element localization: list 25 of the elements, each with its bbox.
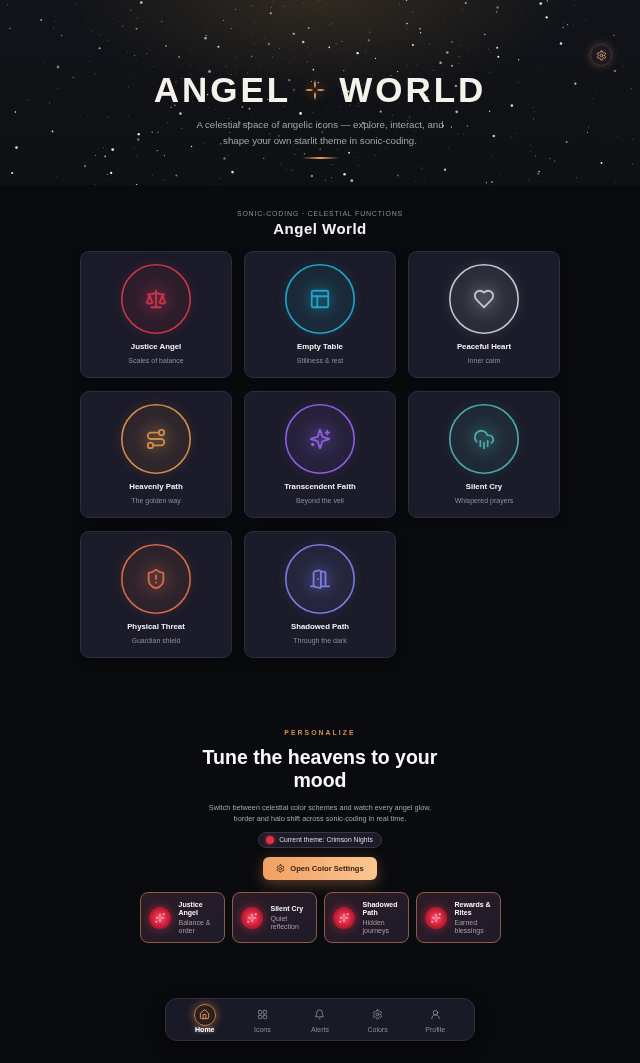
home-icon xyxy=(193,1003,216,1026)
section-heading: Tune the heavens to your mood xyxy=(201,745,439,792)
section-title: Angel World xyxy=(272,220,368,238)
hero-subtitle: A celestial space of angelic icons — explore, interact, and shape your own starlit theme in sonic-coding. xyxy=(195,118,445,148)
sparkle-icon xyxy=(424,906,447,929)
route-icon xyxy=(121,404,191,474)
settings-icon xyxy=(595,49,607,61)
shield-alert-icon xyxy=(121,544,191,614)
cloud-rain-icon xyxy=(449,404,519,474)
settings-icon xyxy=(372,1009,384,1020)
sparkles-icon xyxy=(285,404,355,474)
grid-icon xyxy=(256,1009,268,1020)
settings-button[interactable] xyxy=(590,44,612,66)
sparkle-icon xyxy=(332,906,355,929)
title-word: ANGEL xyxy=(153,72,292,107)
settings-icon xyxy=(276,864,286,873)
title-word: WORLD xyxy=(339,72,487,107)
bell-icon xyxy=(314,1009,326,1020)
sparkle-icon xyxy=(240,906,263,929)
door-icon xyxy=(285,544,355,614)
scales-icon xyxy=(121,264,191,334)
sparkle-icon xyxy=(148,906,171,929)
theme-swatch-icon xyxy=(266,836,275,844)
user-icon xyxy=(429,1009,441,1020)
layout-icon xyxy=(285,264,355,334)
